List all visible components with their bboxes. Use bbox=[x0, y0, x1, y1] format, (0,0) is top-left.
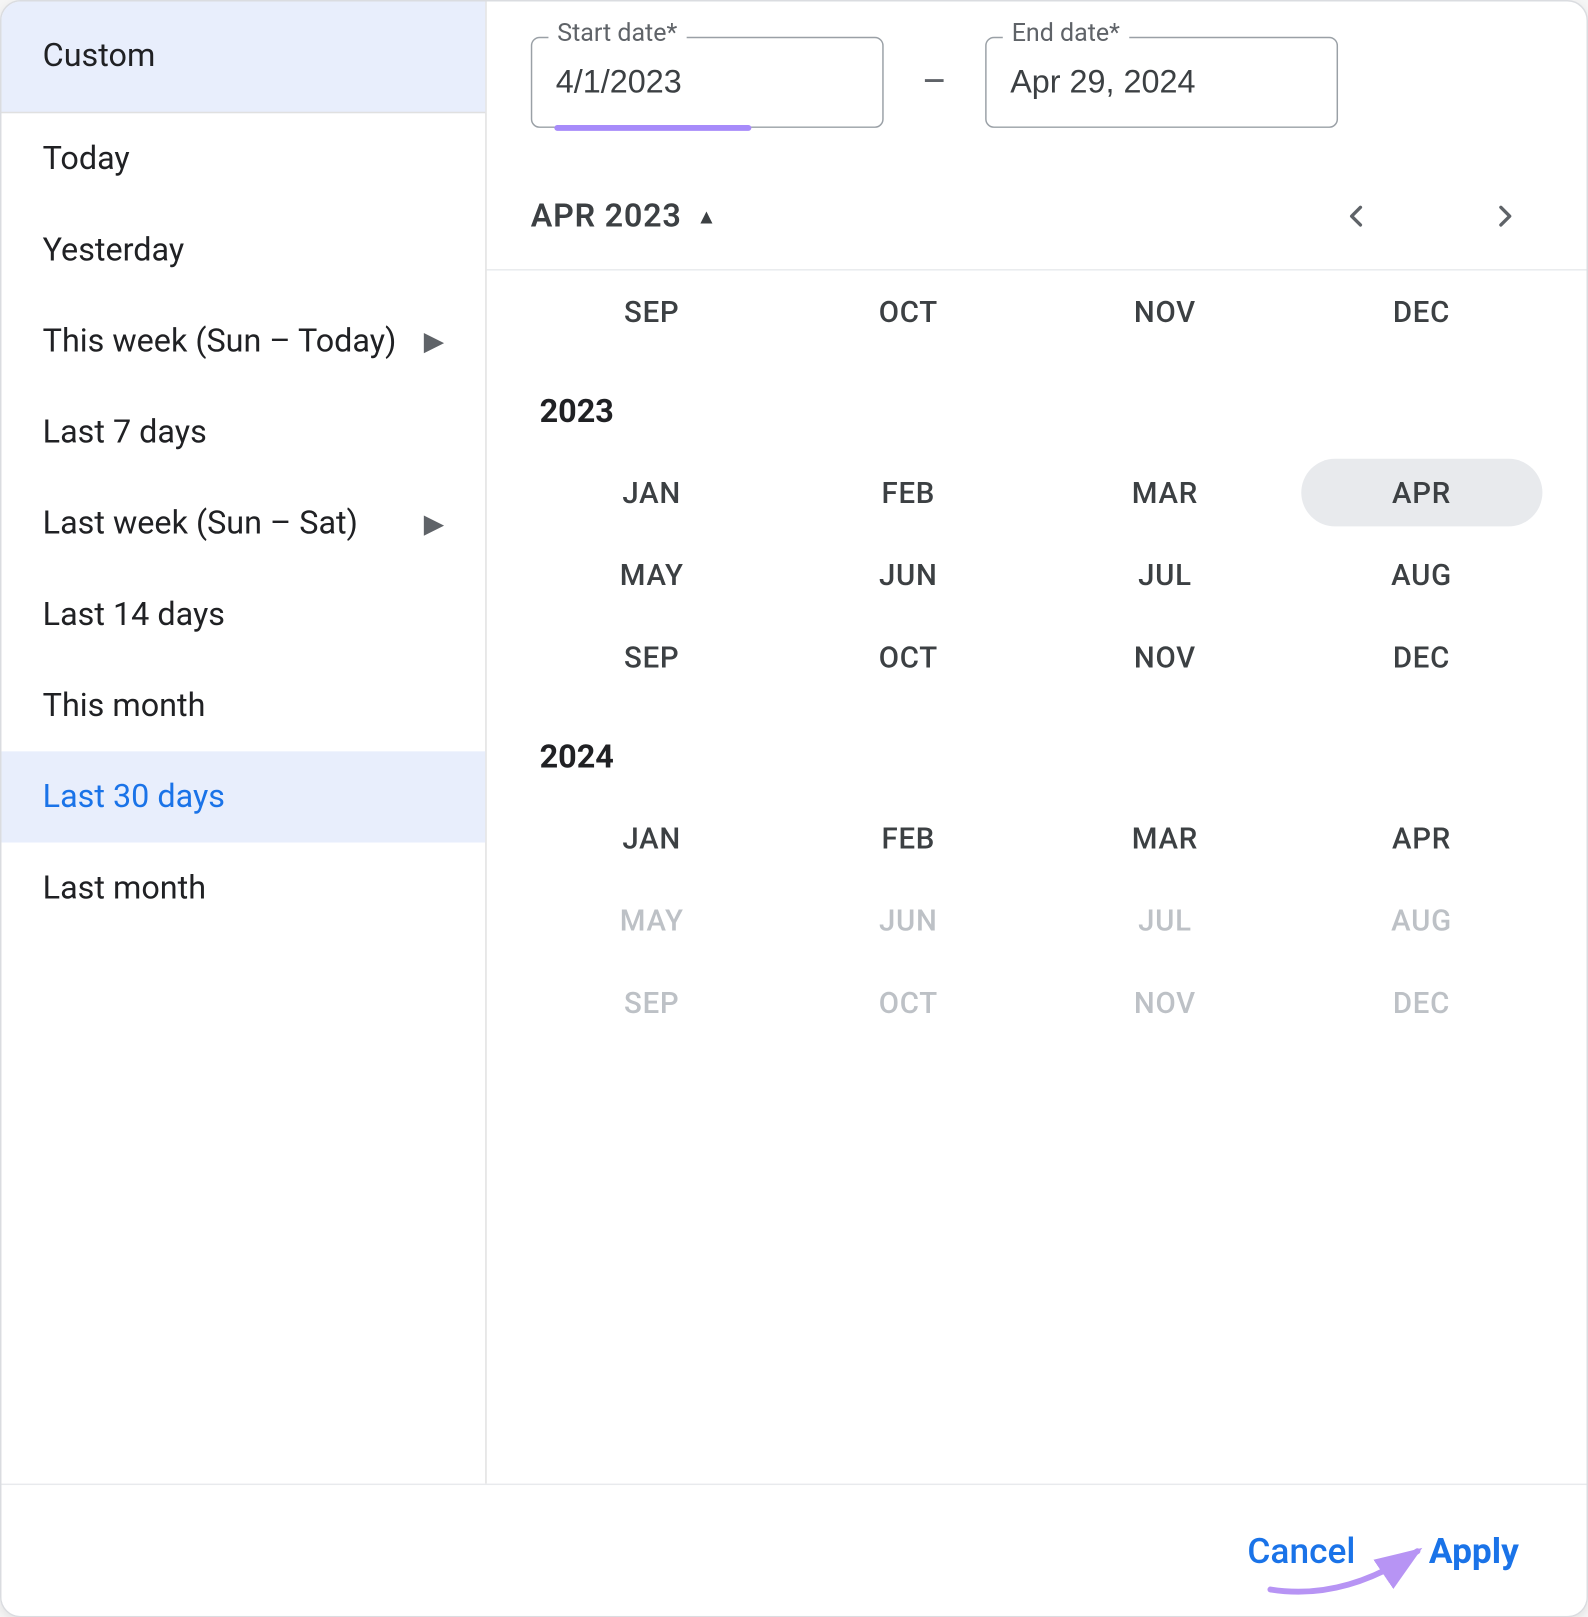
preset-item-label: Yesterday bbox=[43, 232, 185, 269]
start-date-input[interactable] bbox=[531, 37, 884, 128]
preset-item-label: Last 14 days bbox=[43, 596, 225, 633]
next-month-button[interactable] bbox=[1475, 187, 1534, 246]
preset-item-label: Last week (Sun – Sat) bbox=[43, 505, 358, 542]
apply-button[interactable]: Apply bbox=[1429, 1530, 1519, 1571]
month-cell: NOV bbox=[1044, 969, 1286, 1037]
preset-item[interactable]: Last 14 days bbox=[1, 569, 485, 660]
preset-item-label: Last 30 days bbox=[43, 779, 225, 816]
month-cell[interactable]: FEB bbox=[787, 459, 1029, 527]
month-dropdown[interactable]: APR 2023 ▲ bbox=[531, 198, 718, 235]
month-cell[interactable]: MAR bbox=[1044, 459, 1286, 527]
preset-item[interactable]: Last week (Sun – Sat) ▶ bbox=[1, 478, 485, 569]
month-cell[interactable]: MAY bbox=[531, 541, 773, 609]
month-cell[interactable]: JAN bbox=[531, 459, 773, 527]
month-cell: OCT bbox=[787, 969, 1029, 1037]
year-label: 2023 bbox=[531, 353, 1543, 452]
start-date-field[interactable]: Start date* bbox=[531, 37, 884, 128]
preset-item[interactable]: Last 30 days bbox=[1, 751, 485, 842]
month-cell[interactable]: OCT bbox=[787, 278, 1029, 346]
preset-item-label: This month bbox=[43, 687, 206, 724]
preset-item[interactable]: Today bbox=[1, 113, 485, 204]
month-cell[interactable]: NOV bbox=[1044, 623, 1286, 691]
preset-item[interactable]: Last month bbox=[1, 843, 485, 934]
preset-custom-label: Custom bbox=[43, 38, 156, 75]
preset-custom[interactable]: Custom bbox=[1, 1, 485, 113]
preset-list: Custom Today Yesterday This week (Sun – To… bbox=[1, 1, 486, 1483]
preset-item-label: Today bbox=[43, 140, 130, 177]
end-date-input[interactable] bbox=[985, 37, 1338, 128]
month-cell: MAY bbox=[531, 887, 773, 955]
month-cell[interactable]: APR bbox=[1301, 459, 1543, 527]
month-cell[interactable]: MAR bbox=[1044, 804, 1286, 872]
month-cell: JUN bbox=[787, 887, 1029, 955]
chevron-right-icon: ▶ bbox=[424, 326, 444, 357]
month-cell: JUL bbox=[1044, 887, 1286, 955]
month-grid[interactable]: SEPOCTNOVDEC2023JANFEBMARAPRMAYJUNJULAUG… bbox=[487, 269, 1587, 1469]
preset-item-label: Last 7 days bbox=[43, 414, 207, 451]
end-date-label: End date* bbox=[1003, 19, 1129, 48]
preset-item[interactable]: This week (Sun – Today) ▶ bbox=[1, 296, 485, 387]
month-cell: DEC bbox=[1301, 969, 1543, 1037]
preset-item-label: This week (Sun – Today) bbox=[43, 323, 397, 360]
preset-item[interactable]: Yesterday bbox=[1, 204, 485, 295]
month-cell[interactable]: DEC bbox=[1301, 623, 1543, 691]
footer: Cancel Apply bbox=[1, 1484, 1586, 1616]
chevron-right-icon bbox=[1491, 203, 1517, 229]
preset-item[interactable]: Last 7 days bbox=[1, 387, 485, 478]
month-cell[interactable]: FEB bbox=[787, 804, 1029, 872]
month-cell[interactable]: JUL bbox=[1044, 541, 1286, 609]
prev-month-button[interactable] bbox=[1328, 187, 1387, 246]
cancel-button[interactable]: Cancel bbox=[1247, 1530, 1355, 1571]
month-cell: SEP bbox=[531, 969, 773, 1037]
month-header: APR 2023 ▲ bbox=[531, 163, 1543, 269]
preset-item-label: Last month bbox=[43, 870, 206, 907]
year-label: 2024 bbox=[531, 698, 1543, 797]
month-cell[interactable]: SEP bbox=[531, 278, 773, 346]
month-cell[interactable]: SEP bbox=[531, 623, 773, 691]
month-dropdown-label: APR 2023 bbox=[531, 198, 682, 235]
chevron-left-icon bbox=[1344, 203, 1370, 229]
month-cell[interactable]: NOV bbox=[1044, 278, 1286, 346]
month-cell[interactable]: JUN bbox=[787, 541, 1029, 609]
month-cell[interactable]: AUG bbox=[1301, 541, 1543, 609]
date-inputs: Start date* – End date* bbox=[531, 31, 1543, 163]
calendar-panel: Start date* – End date* APR 2023 ▲ bbox=[487, 1, 1587, 1483]
date-separator: – bbox=[922, 60, 947, 104]
month-cell[interactable]: APR bbox=[1301, 804, 1543, 872]
month-cell[interactable]: JAN bbox=[531, 804, 773, 872]
month-cell: AUG bbox=[1301, 887, 1543, 955]
month-cell[interactable]: OCT bbox=[787, 623, 1029, 691]
caret-up-icon: ▲ bbox=[696, 204, 717, 229]
chevron-right-icon: ▶ bbox=[424, 508, 444, 539]
month-cell[interactable]: DEC bbox=[1301, 278, 1543, 346]
preset-item[interactable]: This month bbox=[1, 660, 485, 751]
start-date-label: Start date* bbox=[548, 19, 686, 48]
date-range-picker: Custom Today Yesterday This week (Sun – To… bbox=[0, 0, 1588, 1617]
end-date-field[interactable]: End date* bbox=[985, 37, 1338, 128]
